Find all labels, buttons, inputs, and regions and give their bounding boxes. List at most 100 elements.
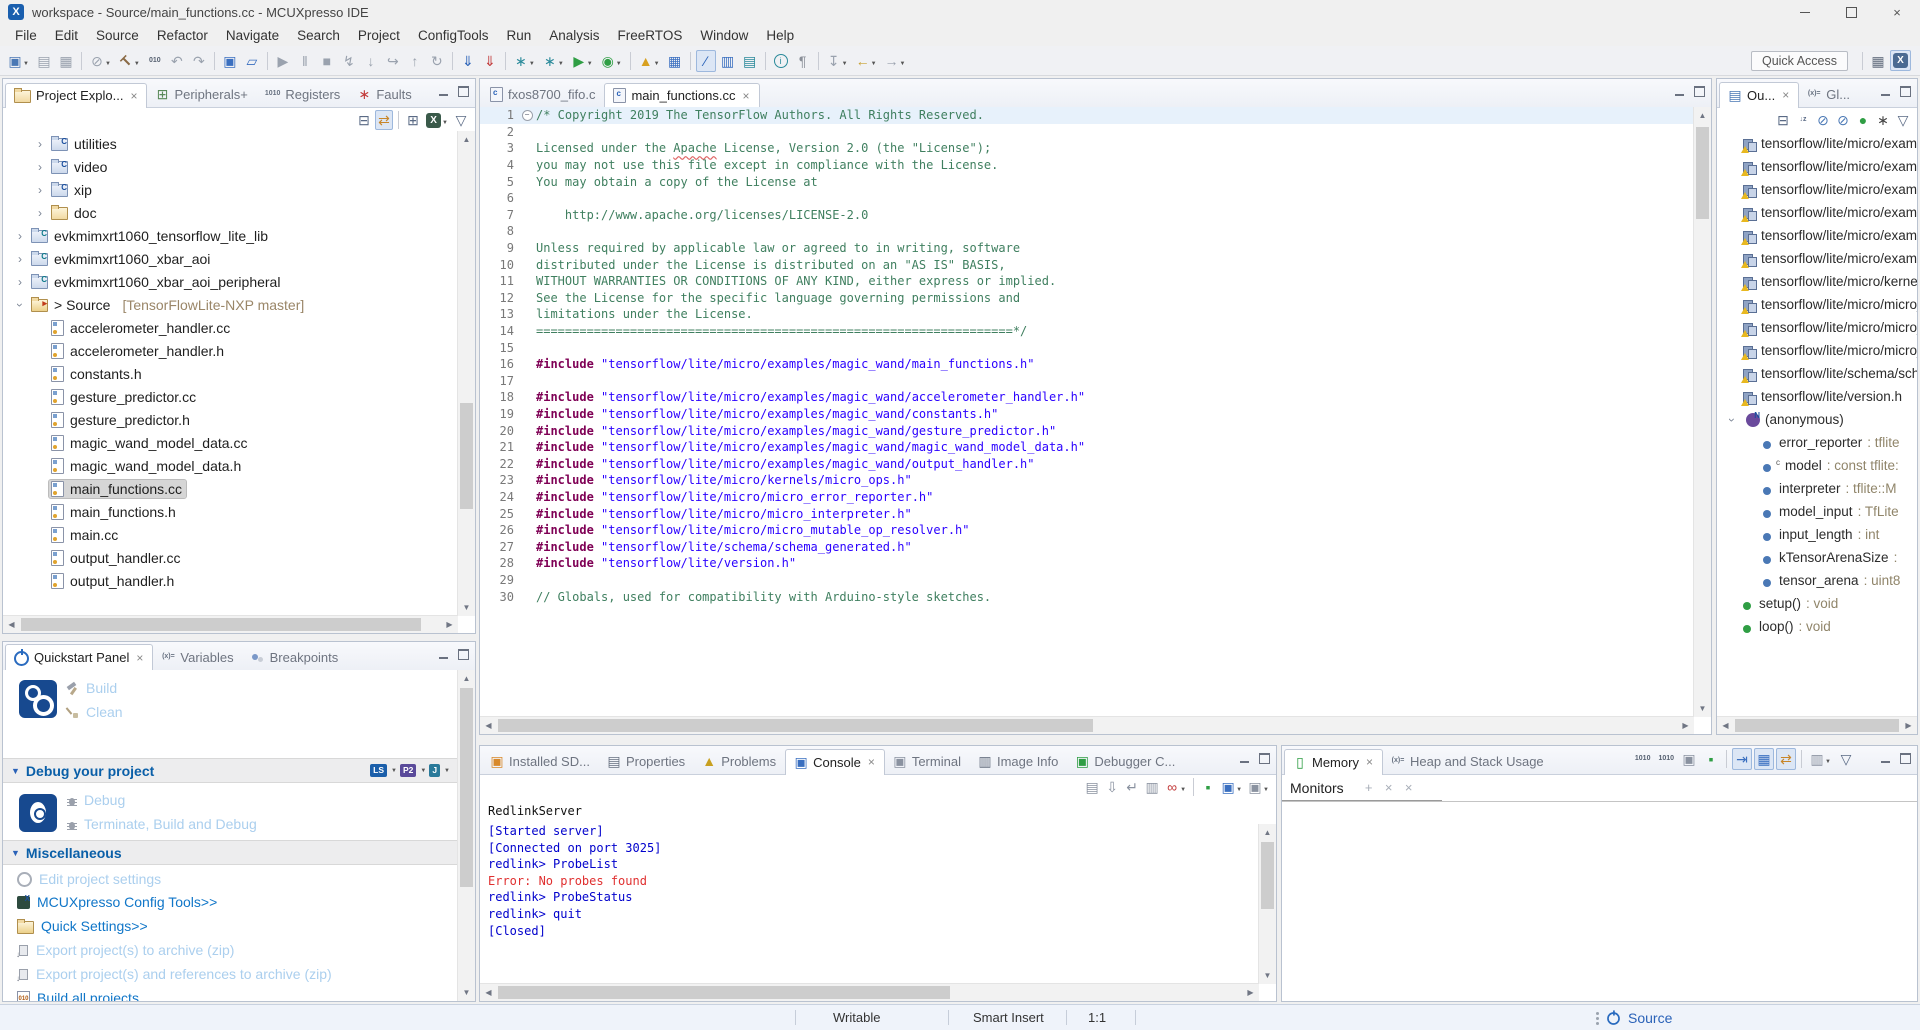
probe-badge-ls[interactable]: LS [370, 764, 387, 777]
outline-member-model_input[interactable]: model_input : TfLite [1717, 500, 1917, 523]
dropdown-arrow-icon[interactable]: ▼ [900, 59, 906, 69]
tree-item-utilities[interactable]: ›Cutilities [3, 132, 458, 155]
tree-expander-icon[interactable]: › [31, 137, 49, 151]
info-button[interactable]: i [771, 49, 791, 73]
code-line-13[interactable]: 13limitations under the License. [480, 306, 1694, 323]
close-icon[interactable]: × [1782, 88, 1789, 102]
flash-program-button[interactable]: ⇓ [458, 50, 478, 72]
explorer-tab-peripherals[interactable]: ⊞Peripherals+ [147, 82, 256, 107]
new-memory-view-button[interactable]: ▣ [1679, 748, 1699, 770]
clear-console-button[interactable]: ▤ [1083, 777, 1101, 797]
dropdown-arrow-icon[interactable]: ▼ [1180, 785, 1186, 795]
tree-item-source[interactable]: ›▸> Source[TensorFlowLite-NXP master] [3, 293, 458, 316]
quickstart-tab-breakpoints[interactable]: Breakpoints [243, 646, 348, 670]
outline-include[interactable]: tensorflow/lite/micro/kernels/micro_ops.… [1717, 270, 1917, 293]
hide-fields-button[interactable]: ⊘ [1814, 110, 1832, 130]
quickstart-tab-variables[interactable]: (x)=Variables [153, 645, 242, 670]
outline-tab-ou[interactable]: ▤Ou...× [1719, 82, 1799, 108]
quickstart-edit-project-settings[interactable]: Edit project settings [17, 870, 161, 887]
code-line-25[interactable]: 25#include "tensorflow/lite/micro/micro_… [480, 505, 1694, 522]
menu-search[interactable]: Search [288, 26, 349, 45]
console-tab-properties[interactable]: ▤Properties [599, 749, 694, 774]
close-button[interactable]: × [1874, 0, 1920, 24]
tree-expander-icon[interactable]: › [11, 252, 29, 266]
quickstart-quick-settings[interactable]: Quick Settings>> [17, 918, 148, 934]
dropdown-arrow-icon[interactable]: ▼ [23, 59, 29, 69]
tree-expander-icon[interactable]: › [11, 229, 29, 243]
redo-button[interactable]: ↷ [189, 50, 209, 72]
tree-item-xip[interactable]: ›Cxip [3, 178, 458, 201]
dropdown-arrow-icon[interactable]: ▼ [1263, 785, 1269, 795]
open-console-view-button[interactable]: ▣ [220, 50, 240, 72]
menu-freertos[interactable]: FreeRTOS [609, 26, 692, 45]
suspend-button[interactable]: ‖ [295, 50, 315, 72]
view-menu-button[interactable]: ▽ [1894, 110, 1912, 130]
close-icon[interactable]: × [130, 89, 137, 103]
source-trim-label[interactable]: Source [1628, 1010, 1672, 1026]
minimize-view-icon[interactable] [1881, 94, 1890, 96]
tree-item-video[interactable]: ›Cvideo [3, 155, 458, 178]
highlight-edit-button[interactable]: ∕ [696, 50, 716, 72]
dropdown-arrow-icon[interactable]: ▼ [587, 59, 593, 69]
save-button[interactable]: ▤ [34, 50, 54, 72]
run-button[interactable]: ▶▼ [569, 50, 596, 72]
tree-item-doc[interactable]: ›doc [3, 201, 458, 224]
console-tab-image-info[interactable]: ▥Image Info [970, 749, 1067, 774]
build-button[interactable]: T▼ [116, 50, 143, 72]
last-edit-location-button[interactable]: ↧▼ [824, 50, 851, 72]
energy-measurement-button[interactable]: ▲▼ [636, 50, 663, 72]
step-over-button[interactable]: ↪ [383, 50, 403, 72]
view-menu-button[interactable]: ▽ [452, 110, 470, 130]
minimize-button[interactable] [1782, 0, 1828, 24]
code-line-21[interactable]: 21#include "tensorflow/lite/micro/exampl… [480, 439, 1694, 456]
dropdown-arrow-icon[interactable]: ▼ [444, 766, 450, 776]
collapse-all-button[interactable]: ⊟ [355, 110, 373, 130]
show-stdout-button[interactable]: ▥ [1143, 777, 1161, 797]
gui-flash-tool-button[interactable]: ⇓ [480, 50, 500, 72]
tree-item-accelerometer-handler-h[interactable]: accelerometer_handler.h [3, 339, 458, 362]
outline-member-interpreter[interactable]: interpreter : tflite::M [1717, 477, 1917, 500]
code-line-7[interactable]: 7 http://www.apache.org/licenses/LICENSE… [480, 207, 1694, 224]
menu-configtools[interactable]: ConfigTools [409, 26, 498, 45]
code-editor[interactable]: 1−/* Copyright 2019 The TensorFlow Autho… [480, 107, 1694, 717]
save-all-button[interactable]: ▦ [56, 50, 76, 72]
maximize-view-icon[interactable] [458, 649, 469, 660]
code-line-2[interactable]: 2 [480, 124, 1694, 141]
console-tab-terminal[interactable]: ▣Terminal [885, 749, 970, 774]
dropdown-arrow-icon[interactable]: ▼ [391, 766, 397, 776]
quickstart-vscrollbar[interactable]: ▲ ▼ [457, 670, 475, 1001]
launch-config-flag-button[interactable]: ∗▼ [511, 50, 538, 72]
skip-all-breakpoints-button[interactable]: ⊘▼ [87, 50, 114, 72]
menu-file[interactable]: File [6, 26, 46, 45]
terminate-button[interactable]: ■ [317, 50, 337, 72]
dropdown-arrow-icon[interactable]: ▼ [558, 59, 564, 69]
scroll-lock-button[interactable]: ⇩ [1103, 777, 1121, 797]
link-with-editor-button[interactable]: ⇄ [375, 110, 393, 130]
explorer-hscrollbar[interactable]: ◀ ▶ [3, 615, 458, 633]
step-into-button[interactable]: ↓ [361, 50, 381, 72]
tree-item-gesture-predictor-h[interactable]: gesture_predictor.h [3, 408, 458, 431]
new-wizard-button[interactable]: ▣▼ [5, 50, 32, 72]
tree-item-evkmimxrt1060-xbar-aoi-peripheral[interactable]: ›Cevkmimxrt1060_xbar_aoi_peripheral [3, 270, 458, 293]
dropdown-arrow-icon[interactable]: ▼ [420, 766, 426, 776]
undo-button[interactable]: ↶ [167, 50, 187, 72]
dropdown-arrow-icon[interactable]: ▼ [616, 59, 622, 69]
back-button[interactable]: ←▼ [853, 50, 880, 72]
tree-item-main-cc[interactable]: main.cc [3, 523, 458, 546]
code-line-8[interactable]: 8 [480, 223, 1694, 240]
hide-static-button[interactable]: ⊘ [1834, 110, 1852, 130]
code-line-27[interactable]: 27#include "tensorflow/lite/schema/schem… [480, 538, 1694, 555]
disconnect-button[interactable]: ↯ [339, 50, 359, 72]
explorer-tab-project-explo[interactable]: Project Explo...× [5, 83, 147, 108]
split-panes-button[interactable]: ▦ [1754, 748, 1774, 770]
quickstart-export-project-s-to-archive-zip[interactable]: Export project(s) to archive (zip) [17, 942, 234, 958]
hide-non-public-button[interactable]: ● [1854, 110, 1872, 130]
code-line-1[interactable]: 1−/* Copyright 2019 The TensorFlow Autho… [480, 107, 1694, 124]
menu-window[interactable]: Window [691, 26, 757, 45]
dropdown-arrow-icon[interactable]: ▼ [529, 59, 535, 69]
outline-include[interactable]: tensorflow/lite/micro/examples/magic_wan… [1717, 155, 1917, 178]
console-tab-console[interactable]: ▣Console× [785, 749, 885, 775]
minimize-view-icon[interactable] [1675, 94, 1684, 96]
console-tab-installed-sd[interactable]: ▣Installed SD... [482, 749, 599, 774]
outline-hscrollbar[interactable]: ◀ ▶ [1717, 716, 1917, 734]
